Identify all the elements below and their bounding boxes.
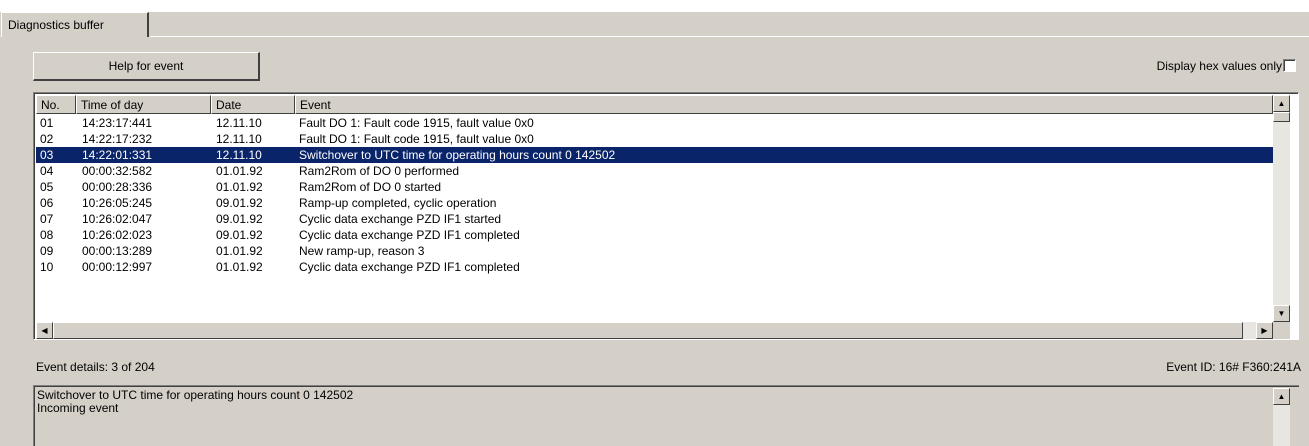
row-time-of-day: 10:26:02:023 xyxy=(82,228,153,242)
table-row[interactable]: 02 14:22:17:232 12.11.10 Fault DO 1: Fault … xyxy=(36,131,1273,147)
help-for-event-button[interactable]: Help for event xyxy=(33,52,260,81)
scroll-down-arrow-icon[interactable]: ▼ xyxy=(1273,305,1290,322)
column-header-event[interactable]: Event xyxy=(295,95,1273,114)
event-details-label: Event details: 3 of 204 xyxy=(36,360,155,374)
diagnostics-event-list[interactable]: No. Time of day Date Event 01 14:23:17:44… xyxy=(33,92,1299,340)
vertical-scroll-thumb[interactable] xyxy=(1273,112,1290,122)
row-event-text: Fault DO 1: Fault code 1915, fault value… xyxy=(299,116,534,130)
table-row[interactable]: 01 14:23:17:441 12.11.10 Fault DO 1: Fault … xyxy=(36,115,1273,131)
row-event-text: New ramp-up, reason 3 xyxy=(299,244,425,258)
table-row[interactable]: 06 10:26:05:245 09.01.92 Ramp-up completed,… xyxy=(36,195,1273,211)
list-rows: 01 14:23:17:441 12.11.10 Fault DO 1: Fault … xyxy=(36,115,1273,275)
row-time-of-day: 00:00:28:336 xyxy=(82,180,153,194)
row-event-text: Cyclic data exchange PZD IF1 started xyxy=(299,212,502,226)
row-event-text: Switchover to UTC time for operating hou… xyxy=(299,148,616,162)
row-event-text: Ram2Rom of DO 0 started xyxy=(299,180,442,194)
row-event-text: Cyclic data exchange PZD IF1 completed xyxy=(299,260,520,274)
scroll-right-arrow-icon[interactable]: ▶ xyxy=(1256,322,1273,339)
tab-strip-border xyxy=(150,36,1309,37)
scroll-up-arrow-icon[interactable]: ▲ xyxy=(1273,95,1290,112)
column-header-no[interactable]: No. xyxy=(36,95,76,114)
row-event-text: Cyclic data exchange PZD IF1 completed xyxy=(299,228,520,242)
scrollbar-corner xyxy=(1273,322,1290,339)
details-scroll-up-arrow-icon[interactable]: ▲ xyxy=(1273,388,1290,405)
table-row[interactable]: 10 00:00:12:997 01.01.92 Cyclic data exchan… xyxy=(36,259,1273,275)
row-time-of-day: 14:22:17:232 xyxy=(82,132,153,146)
row-time-of-day: 00:00:12:997 xyxy=(82,260,153,274)
hex-values-checkbox[interactable] xyxy=(1283,59,1296,72)
event-details-line: Switchover to UTC time for operating hou… xyxy=(37,388,354,402)
event-details-text[interactable]: Switchover to UTC time for operating hou… xyxy=(33,385,1299,446)
row-event-text: Fault DO 1: Fault code 1915, fault value… xyxy=(299,132,534,146)
table-row[interactable]: 09 00:00:13:289 01.01.92 New ramp-up, reaso… xyxy=(36,243,1273,259)
scroll-left-arrow-icon[interactable]: ◀ xyxy=(36,322,53,339)
table-row[interactable]: 03 14:22:01:331 12.11.10 Switchover to UTC … xyxy=(36,147,1273,163)
row-number: 10 xyxy=(40,260,54,274)
row-number: 05 xyxy=(40,180,54,194)
row-date: 09.01.92 xyxy=(216,212,263,226)
table-row[interactable]: 07 10:26:02:047 09.01.92 Cyclic data exchan… xyxy=(36,211,1273,227)
row-time-of-day: 14:23:17:441 xyxy=(82,116,153,130)
row-event-text: Ram2Rom of DO 0 performed xyxy=(299,164,460,178)
row-date: 01.01.92 xyxy=(216,260,263,274)
column-header-date[interactable]: Date xyxy=(211,95,295,114)
row-time-of-day: 14:22:01:331 xyxy=(82,148,153,162)
table-row[interactable]: 05 00:00:28:336 01.01.92 Ram2Rom of DO 0 st… xyxy=(36,179,1273,195)
row-date: 09.01.92 xyxy=(216,228,263,242)
row-date: 12.11.10 xyxy=(216,116,262,130)
row-date: 01.01.92 xyxy=(216,164,263,178)
row-number: 03 xyxy=(40,148,54,162)
horizontal-scroll-thumb[interactable] xyxy=(53,322,1243,339)
details-vertical-scrollbar[interactable]: ▲ xyxy=(1273,388,1290,446)
column-header-time-of-day[interactable]: Time of day xyxy=(76,95,211,114)
horizontal-scrollbar[interactable]: ◀ ▶ xyxy=(36,322,1273,339)
row-date: 01.01.92 xyxy=(216,180,263,194)
row-number: 01 xyxy=(40,116,54,130)
hex-values-label: Display hex values only xyxy=(1156,59,1282,73)
row-time-of-day: 10:26:02:047 xyxy=(82,212,153,226)
row-time-of-day: 00:00:32:582 xyxy=(82,164,153,178)
event-details-line: Incoming event xyxy=(37,401,119,415)
row-time-of-day: 00:00:13:289 xyxy=(82,244,153,258)
table-row[interactable]: 04 00:00:32:582 01.01.92 Ram2Rom of DO 0 pe… xyxy=(36,163,1273,179)
row-number: 08 xyxy=(40,228,54,242)
list-header: No. Time of day Date Event xyxy=(36,95,1273,114)
window-top-strip xyxy=(0,0,1309,12)
event-id-label: Event ID: 16# F360:241A xyxy=(1166,360,1301,374)
row-number: 04 xyxy=(40,164,54,178)
row-event-text: Ramp-up completed, cyclic operation xyxy=(299,196,497,210)
vertical-scrollbar[interactable]: ▲ ▼ xyxy=(1273,95,1290,322)
row-date: 12.11.10 xyxy=(216,132,262,146)
row-time-of-day: 10:26:05:245 xyxy=(82,196,153,210)
row-number: 06 xyxy=(40,196,54,210)
table-row[interactable]: 08 10:26:02:023 09.01.92 Cyclic data exchan… xyxy=(36,227,1273,243)
row-date: 12.11.10 xyxy=(216,148,262,162)
row-number: 09 xyxy=(40,244,54,258)
row-number: 02 xyxy=(40,132,54,146)
tab-diagnostics-buffer[interactable]: Diagnostics buffer xyxy=(1,12,149,37)
row-number: 07 xyxy=(40,212,54,226)
row-date: 01.01.92 xyxy=(216,244,263,258)
row-date: 09.01.92 xyxy=(216,196,263,210)
